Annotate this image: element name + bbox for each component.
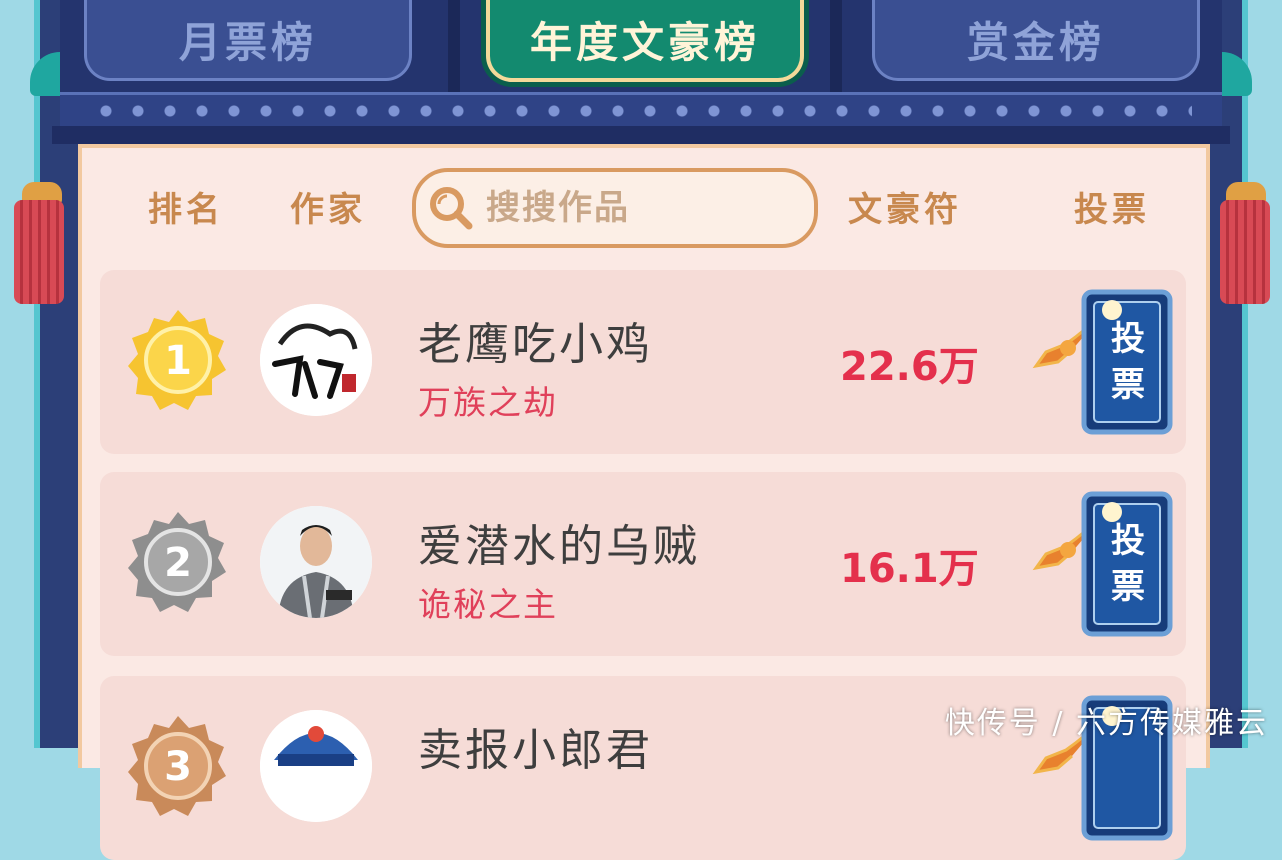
tab-divider <box>448 0 460 92</box>
author-name[interactable]: 卖报小郎君 <box>418 714 653 778</box>
tab-monthly-ticket[interactable]: 月票榜 <box>84 0 412 81</box>
avatar[interactable] <box>260 506 372 618</box>
vote-label-char: 票 <box>1111 365 1145 405</box>
wenhao-fu-count: 16.1万 <box>840 546 979 592</box>
bronze-medal-icon: 3 <box>126 714 230 818</box>
ranking-panel: 排名 作家 文豪符 投票 1 <box>78 144 1210 860</box>
header-vote: 投票 <box>1074 190 1150 230</box>
left-lantern-tassel <box>14 200 64 304</box>
header-rank: 排名 <box>148 190 224 230</box>
search-box[interactable] <box>412 168 818 248</box>
watermark: 快传号 / 六方传媒雅云 <box>944 706 1268 741</box>
vote-label-char: 投 <box>1111 521 1145 561</box>
decorative-beam-lower <box>52 126 1230 144</box>
author-name[interactable]: 爱潜水的乌贼 <box>418 510 700 574</box>
header-wenhao-fu: 文豪符 <box>848 190 962 230</box>
right-lantern-tassel <box>1220 200 1270 304</box>
book-title[interactable]: 诡秘之主 <box>418 578 558 626</box>
avatar[interactable] <box>260 710 372 822</box>
rank-number: 1 <box>164 338 192 384</box>
author-name[interactable]: 老鹰吃小鸡 <box>418 308 653 372</box>
search-icon <box>428 185 474 231</box>
silver-medal-icon: 2 <box>126 510 230 614</box>
ranking-row[interactable]: 2 爱潜水的乌贼 诡秘之主 16.1万 投 票 <box>100 472 1186 656</box>
book-title[interactable]: 万族之劫 <box>418 376 558 424</box>
tab-bounty[interactable]: 赏金榜 <box>872 0 1200 81</box>
search-input[interactable] <box>484 187 788 229</box>
wenhao-fu-count: 22.6万 <box>840 344 979 390</box>
header-author: 作家 <box>290 190 366 230</box>
tab-divider <box>830 0 842 92</box>
gold-medal-icon: 1 <box>126 308 230 412</box>
vote-button[interactable]: 投 票 <box>1006 482 1176 642</box>
vote-label-char: 票 <box>1111 567 1145 607</box>
vote-button[interactable]: 投 票 <box>1006 280 1176 440</box>
rank-number: 2 <box>164 540 192 586</box>
ranking-row[interactable]: 1 老鹰吃小鸡 万族之劫 22.6万 投 票 <box>100 270 1186 454</box>
tab-annual-writer[interactable]: 年度文豪榜 <box>486 0 804 82</box>
avatar[interactable] <box>260 304 372 416</box>
rank-number: 3 <box>164 744 192 790</box>
vote-label-char: 投 <box>1111 319 1145 359</box>
